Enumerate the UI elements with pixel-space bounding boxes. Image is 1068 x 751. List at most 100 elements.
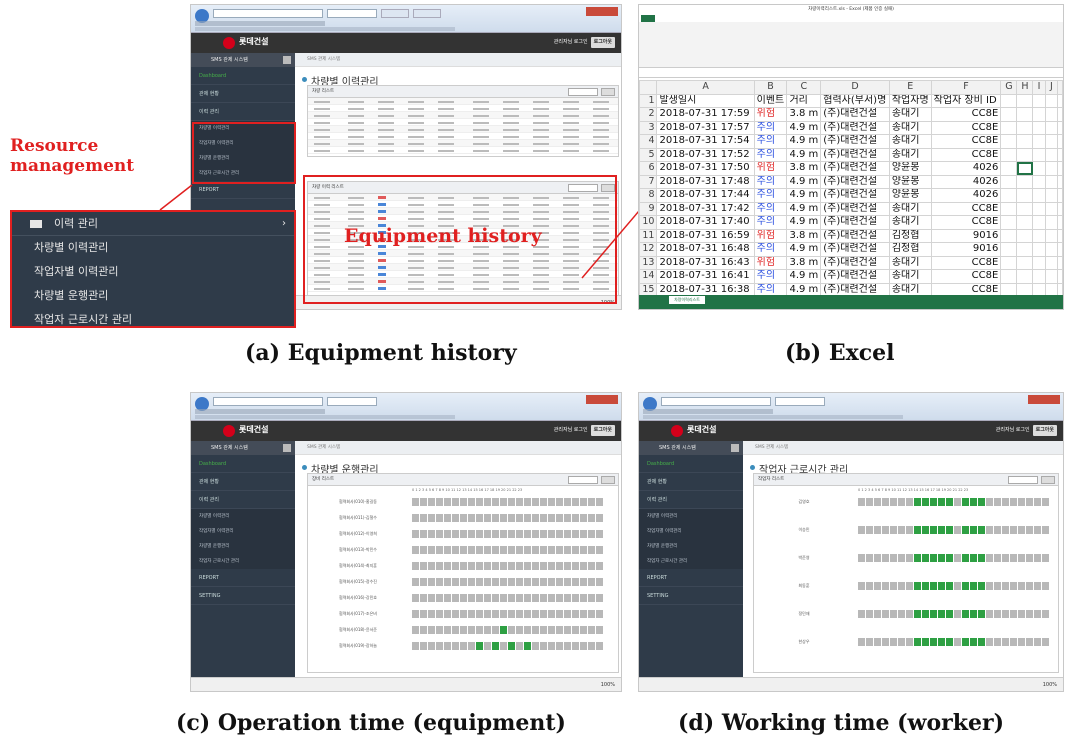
table-cell[interactable]: [1057, 93, 1063, 108]
sidebar-item-report[interactable]: REPORT: [639, 569, 743, 587]
table-cell[interactable]: 2018-07-31 17:59: [656, 107, 755, 122]
table-cell[interactable]: CC8E: [930, 147, 1002, 162]
table-cell[interactable]: 4026: [930, 174, 1002, 189]
table-cell[interactable]: 주의: [753, 174, 788, 189]
submenu-worker-time[interactable]: 작업자 근로시간 관리: [639, 554, 743, 569]
table-cell[interactable]: [1057, 269, 1063, 284]
table-cell[interactable]: 송대기: [888, 269, 932, 284]
table-cell[interactable]: [1044, 201, 1059, 216]
column-header[interactable]: F: [930, 80, 1002, 95]
table-cell[interactable]: 주의: [753, 242, 788, 257]
table-cell[interactable]: [1032, 147, 1046, 162]
table-cell[interactable]: [1016, 242, 1034, 257]
row-header[interactable]: 6: [639, 161, 658, 176]
table-cell[interactable]: [1000, 174, 1018, 189]
address-bar[interactable]: [661, 397, 771, 406]
table-cell[interactable]: [1044, 228, 1059, 243]
table-cell[interactable]: (주)대련건설: [820, 282, 890, 295]
table-cell[interactable]: [1016, 161, 1034, 176]
table-cell[interactable]: [1016, 269, 1034, 284]
browser-menu[interactable]: [643, 409, 773, 414]
table-cell[interactable]: 4.9 m: [786, 188, 822, 203]
table-cell[interactable]: [1016, 215, 1034, 230]
table-cell[interactable]: [1044, 134, 1059, 149]
table-cell[interactable]: (주)대련건설: [820, 269, 890, 284]
table-cell[interactable]: 송대기: [888, 282, 932, 295]
table-cell[interactable]: 2018-07-31 16:38: [656, 282, 755, 295]
column-header[interactable]: I: [1032, 80, 1046, 95]
table-cell[interactable]: [1000, 215, 1018, 230]
sidebar-item-dashboard[interactable]: Dashboard: [191, 455, 295, 473]
table-cell[interactable]: [1057, 174, 1063, 189]
table-cell[interactable]: [1032, 269, 1046, 284]
table-cell[interactable]: 송대기: [888, 255, 932, 270]
zoom-menu-worker-history[interactable]: 작업자별 이력관리: [12, 260, 294, 284]
table-cell[interactable]: (주)대련건설: [820, 242, 890, 257]
browser-tab[interactable]: [775, 397, 825, 406]
table-cell[interactable]: [1057, 242, 1063, 257]
row-header[interactable]: 11: [639, 228, 658, 243]
column-header[interactable]: E: [888, 80, 932, 95]
table-cell[interactable]: 2018-07-31 16:43: [656, 255, 755, 270]
column-header[interactable]: J: [1044, 80, 1059, 95]
table-cell[interactable]: 3.8 m: [786, 255, 822, 270]
table-cell[interactable]: 거리: [786, 93, 822, 108]
table-cell[interactable]: 2018-07-31 17:50: [656, 161, 755, 176]
table-cell[interactable]: [1032, 255, 1046, 270]
table-cell[interactable]: CC8E: [930, 255, 1002, 270]
table-cell[interactable]: [1057, 147, 1063, 162]
sidebar-item-setting[interactable]: SETTING: [639, 587, 743, 605]
row-header[interactable]: 15: [639, 282, 658, 295]
table-cell[interactable]: [1057, 107, 1063, 122]
table-cell[interactable]: [1057, 188, 1063, 203]
table-cell[interactable]: [1044, 93, 1059, 108]
favorites-bar[interactable]: [643, 415, 903, 419]
table-cell[interactable]: 2018-07-31 17:44: [656, 188, 755, 203]
table-cell[interactable]: 발생일시: [656, 93, 755, 108]
table-cell[interactable]: 양윤봉: [888, 174, 932, 189]
menu-toggle-icon[interactable]: [283, 444, 291, 452]
column-header[interactable]: G: [1000, 80, 1018, 95]
table-cell[interactable]: [1044, 242, 1059, 257]
table-cell[interactable]: 작업자명: [888, 93, 932, 108]
table-cell[interactable]: 김정협: [888, 242, 932, 257]
close-icon[interactable]: [586, 395, 618, 404]
table-cell[interactable]: 위험: [753, 107, 788, 122]
table-cell[interactable]: [1057, 228, 1063, 243]
table-cell[interactable]: [1044, 282, 1059, 295]
table-cell[interactable]: [1057, 255, 1063, 270]
browser-menu[interactable]: [195, 409, 325, 414]
table-cell[interactable]: [1016, 120, 1034, 135]
table-cell[interactable]: [1000, 269, 1018, 284]
table-cell[interactable]: [1044, 161, 1059, 176]
table-cell[interactable]: [1032, 174, 1046, 189]
table-cell[interactable]: [1032, 134, 1046, 149]
submenu-worker-history[interactable]: 작업자별 이력관리: [191, 524, 295, 539]
table-cell[interactable]: (주)대련건설: [820, 161, 890, 176]
table-cell[interactable]: [1016, 255, 1034, 270]
table-cell[interactable]: 양윤봉: [888, 188, 932, 203]
table-cell[interactable]: 2018-07-31 16:59: [656, 228, 755, 243]
table-cell[interactable]: (주)대련건설: [820, 107, 890, 122]
column-header[interactable]: D: [820, 80, 890, 95]
table-cell[interactable]: 4.9 m: [786, 174, 822, 189]
sidebar-item-setting[interactable]: SETTING: [191, 587, 295, 605]
submenu-worker-history[interactable]: 작업자별 이력관리: [639, 524, 743, 539]
row-header[interactable]: 7: [639, 174, 658, 189]
table-cell[interactable]: [1032, 242, 1046, 257]
table-cell[interactable]: 9016: [930, 242, 1002, 257]
table-cell[interactable]: [1044, 188, 1059, 203]
table-cell[interactable]: [1057, 134, 1063, 149]
table-cell[interactable]: 협력사(부서)명: [820, 93, 890, 108]
table-cell[interactable]: [1000, 120, 1018, 135]
table-cell[interactable]: 주의: [753, 120, 788, 135]
sidebar-item-report[interactable]: REPORT: [191, 569, 295, 587]
table-cell[interactable]: [1000, 93, 1018, 108]
date-input[interactable]: [568, 476, 598, 484]
table-cell[interactable]: [1044, 174, 1059, 189]
table-cell[interactable]: 주의: [753, 215, 788, 230]
table-cell[interactable]: [1032, 107, 1046, 122]
table-cell[interactable]: (주)대련건설: [820, 120, 890, 135]
table-cell[interactable]: 4.9 m: [786, 242, 822, 257]
sidebar-item-history[interactable]: 이력 관리: [639, 491, 743, 509]
